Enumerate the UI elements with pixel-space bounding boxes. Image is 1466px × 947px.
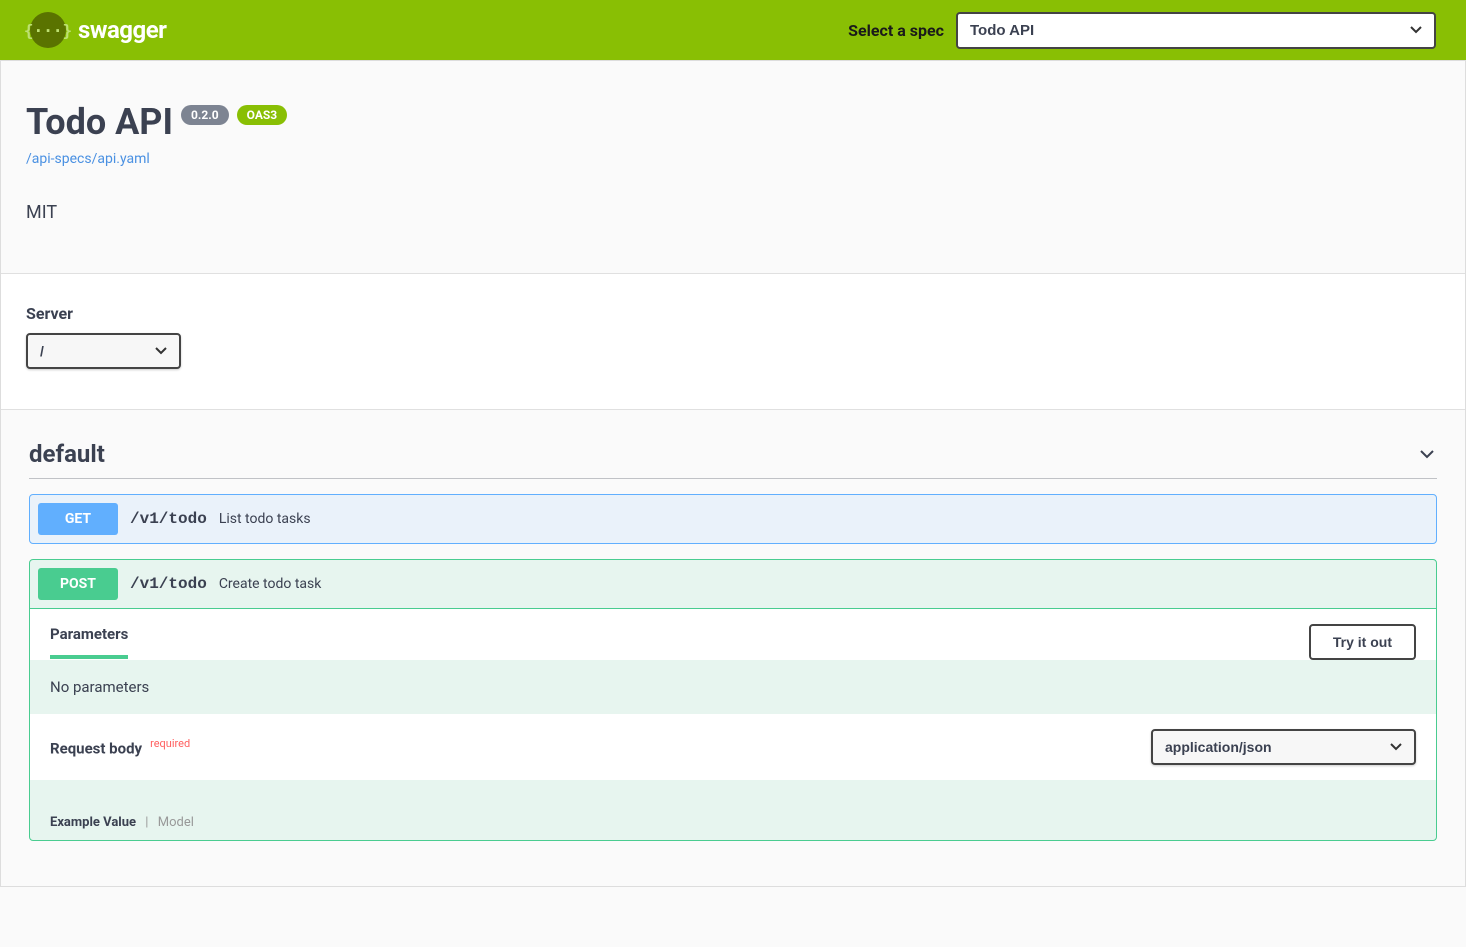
- license-text: MIT: [26, 202, 1440, 223]
- swagger-logo-icon: {···}: [30, 12, 66, 48]
- chevron-down-icon: [1417, 444, 1437, 464]
- tag-name: default: [29, 440, 105, 468]
- version-badge: 0.2.0: [181, 105, 229, 125]
- info-section: Todo API 0.2.0 OAS3 /api-specs/api.yaml …: [1, 61, 1465, 273]
- server-section: Server /: [1, 273, 1465, 410]
- opblock-get-summary[interactable]: GET /v1/todo List todo tasks: [30, 495, 1436, 543]
- post-summary: Create todo task: [219, 576, 322, 592]
- spec-selector: Select a spec Todo API: [848, 12, 1436, 49]
- spec-label: Select a spec: [848, 21, 944, 40]
- required-badge: required: [150, 737, 190, 750]
- parameters-tab[interactable]: Parameters: [50, 625, 128, 659]
- request-body-header: Request body required application/json: [30, 714, 1436, 780]
- oas-badge: OAS3: [237, 105, 288, 125]
- try-it-out-button[interactable]: Try it out: [1309, 624, 1416, 660]
- opblock-get: GET /v1/todo List todo tasks: [29, 494, 1437, 544]
- api-title: Todo API: [26, 101, 173, 143]
- model-tabs: Example Value | Model: [30, 780, 1436, 840]
- parameters-header: Parameters Try it out: [30, 609, 1436, 660]
- logo-wrapper[interactable]: {···} swagger: [30, 12, 166, 48]
- get-path: /v1/todo: [130, 510, 207, 528]
- opblock-post-body: Parameters Try it out No parameters Requ…: [30, 608, 1436, 840]
- operations-section: default GET /v1/todo List todo tasks POS…: [1, 410, 1465, 886]
- content-type-select[interactable]: application/json: [1151, 729, 1416, 765]
- server-label: Server: [26, 304, 1440, 323]
- example-value-tab[interactable]: Example Value: [50, 815, 136, 830]
- get-summary: List todo tasks: [219, 511, 311, 527]
- opblock-post: POST /v1/todo Create todo task Parameter…: [29, 559, 1437, 841]
- method-post-badge: POST: [38, 568, 118, 600]
- post-path: /v1/todo: [130, 575, 207, 593]
- parameters-body: No parameters: [30, 660, 1436, 714]
- spec-url-link[interactable]: /api-specs/api.yaml: [26, 151, 150, 167]
- page-content: Todo API 0.2.0 OAS3 /api-specs/api.yaml …: [0, 60, 1466, 887]
- logo-text: swagger: [78, 16, 166, 44]
- opblock-post-summary[interactable]: POST /v1/todo Create todo task: [30, 560, 1436, 608]
- tag-header[interactable]: default: [29, 440, 1437, 479]
- topbar: {···} swagger Select a spec Todo API: [0, 0, 1466, 60]
- spec-select[interactable]: Todo API: [956, 12, 1436, 49]
- tab-separator: |: [145, 815, 148, 830]
- api-title-row: Todo API 0.2.0 OAS3: [26, 101, 1440, 143]
- server-select[interactable]: /: [26, 333, 181, 369]
- request-body-label: Request body: [50, 739, 142, 757]
- model-tab[interactable]: Model: [158, 815, 194, 830]
- method-get-badge: GET: [38, 503, 118, 535]
